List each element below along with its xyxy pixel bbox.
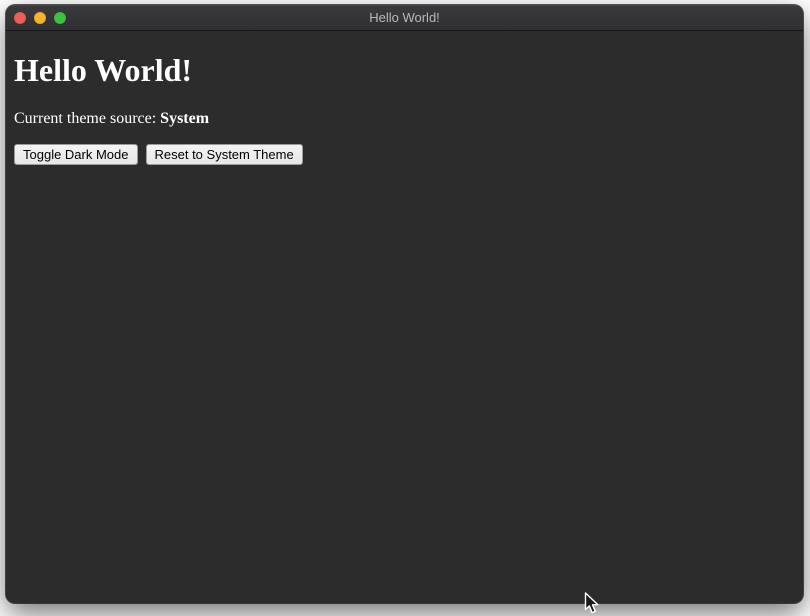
desktop-background: { "window": { "titlebar": { "title": "He… [0,0,810,613]
buttons-row: Toggle Dark Mode Reset to System Theme [14,144,795,165]
page-content: Hello World! Current theme source: Syste… [6,31,803,603]
close-button[interactable] [14,12,26,24]
page-title: Hello World! [14,52,795,89]
window-title: Hello World! [369,5,440,30]
zoom-button[interactable] [54,12,66,24]
titlebar[interactable]: Hello World! [6,5,803,31]
theme-source-value: System [160,110,209,127]
app-window: Hello World! Hello World! Current theme … [6,5,803,603]
traffic-lights [14,5,66,30]
theme-source-line: Current theme source: System [14,110,795,128]
reset-to-system-theme-button[interactable]: Reset to System Theme [146,144,303,165]
toggle-dark-mode-button[interactable]: Toggle Dark Mode [14,144,138,165]
theme-source-label: Current theme source: [14,110,156,127]
minimize-button[interactable] [34,12,46,24]
